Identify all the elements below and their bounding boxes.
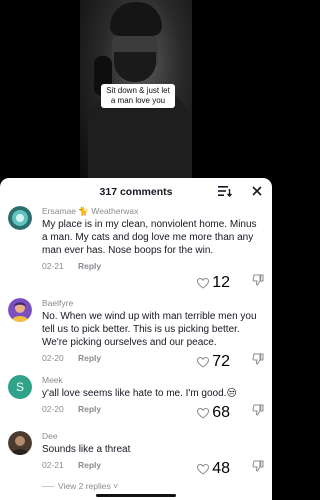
comment-text: y'all love seems like hate to me. I'm go…: [42, 388, 237, 399]
comment-date: 02-21: [42, 460, 64, 470]
comments-sheet: 317 comments Ersamae 🐈 Weatherwax My pla…: [0, 178, 272, 500]
like-count: 12: [212, 274, 230, 291]
heart-icon: [197, 463, 210, 475]
heart-icon: [197, 277, 210, 289]
dislike-icon[interactable]: [252, 404, 264, 416]
video-caption: Sit down & just let a man love you: [101, 84, 175, 108]
comment-username[interactable]: Baelfyre: [42, 298, 262, 309]
sort-filter-icon[interactable]: [218, 185, 232, 197]
reply-button[interactable]: Reply: [78, 353, 101, 364]
like-button[interactable]: 68: [197, 404, 230, 422]
avatar[interactable]: [8, 206, 32, 230]
avatar[interactable]: S: [8, 375, 32, 399]
heart-icon: [197, 356, 210, 368]
comment-text: Sounds like a threat: [42, 444, 131, 455]
avatar[interactable]: [8, 431, 32, 455]
avatar[interactable]: [8, 298, 32, 322]
dislike-icon[interactable]: [252, 274, 264, 286]
comment-text: No. When we wind up with man terrible me…: [42, 311, 257, 348]
comment-text: My place is in my clean, nonviolent home…: [42, 219, 257, 256]
person-hat: [110, 2, 162, 36]
comment-username[interactable]: Meek: [42, 375, 262, 386]
like-button[interactable]: 72: [197, 353, 230, 371]
like-button[interactable]: 12: [197, 274, 230, 292]
home-indicator: [96, 494, 176, 497]
like-button[interactable]: 48: [197, 460, 230, 478]
comment-date: 02-20: [42, 353, 64, 363]
view-replies-label: View 2 replies ˅: [58, 481, 119, 491]
comment-date: 02-21: [42, 261, 64, 271]
divider-line: [42, 485, 54, 487]
reply-button[interactable]: Reply: [78, 460, 101, 471]
dislike-icon[interactable]: [252, 460, 264, 472]
close-icon[interactable]: [250, 184, 264, 198]
dislike-icon[interactable]: [252, 353, 264, 365]
heart-icon: [197, 407, 210, 419]
reply-button[interactable]: Reply: [78, 404, 101, 415]
like-count: 48: [212, 460, 230, 477]
view-replies-button[interactable]: View 2 replies ˅: [42, 481, 118, 491]
comment-username[interactable]: Dee: [42, 431, 262, 442]
comment-username[interactable]: Ersamae 🐈 Weatherwax: [42, 206, 262, 217]
person-beard: [114, 52, 156, 82]
comments-header: 317 comments: [0, 178, 272, 204]
avatar-letter: S: [15, 380, 24, 394]
video-player[interactable]: Sit down & just let a man love you: [0, 0, 272, 178]
comment-date: 02-20: [42, 404, 64, 414]
like-count: 68: [212, 404, 230, 421]
reply-button[interactable]: Reply: [78, 261, 101, 272]
like-count: 72: [212, 353, 230, 370]
